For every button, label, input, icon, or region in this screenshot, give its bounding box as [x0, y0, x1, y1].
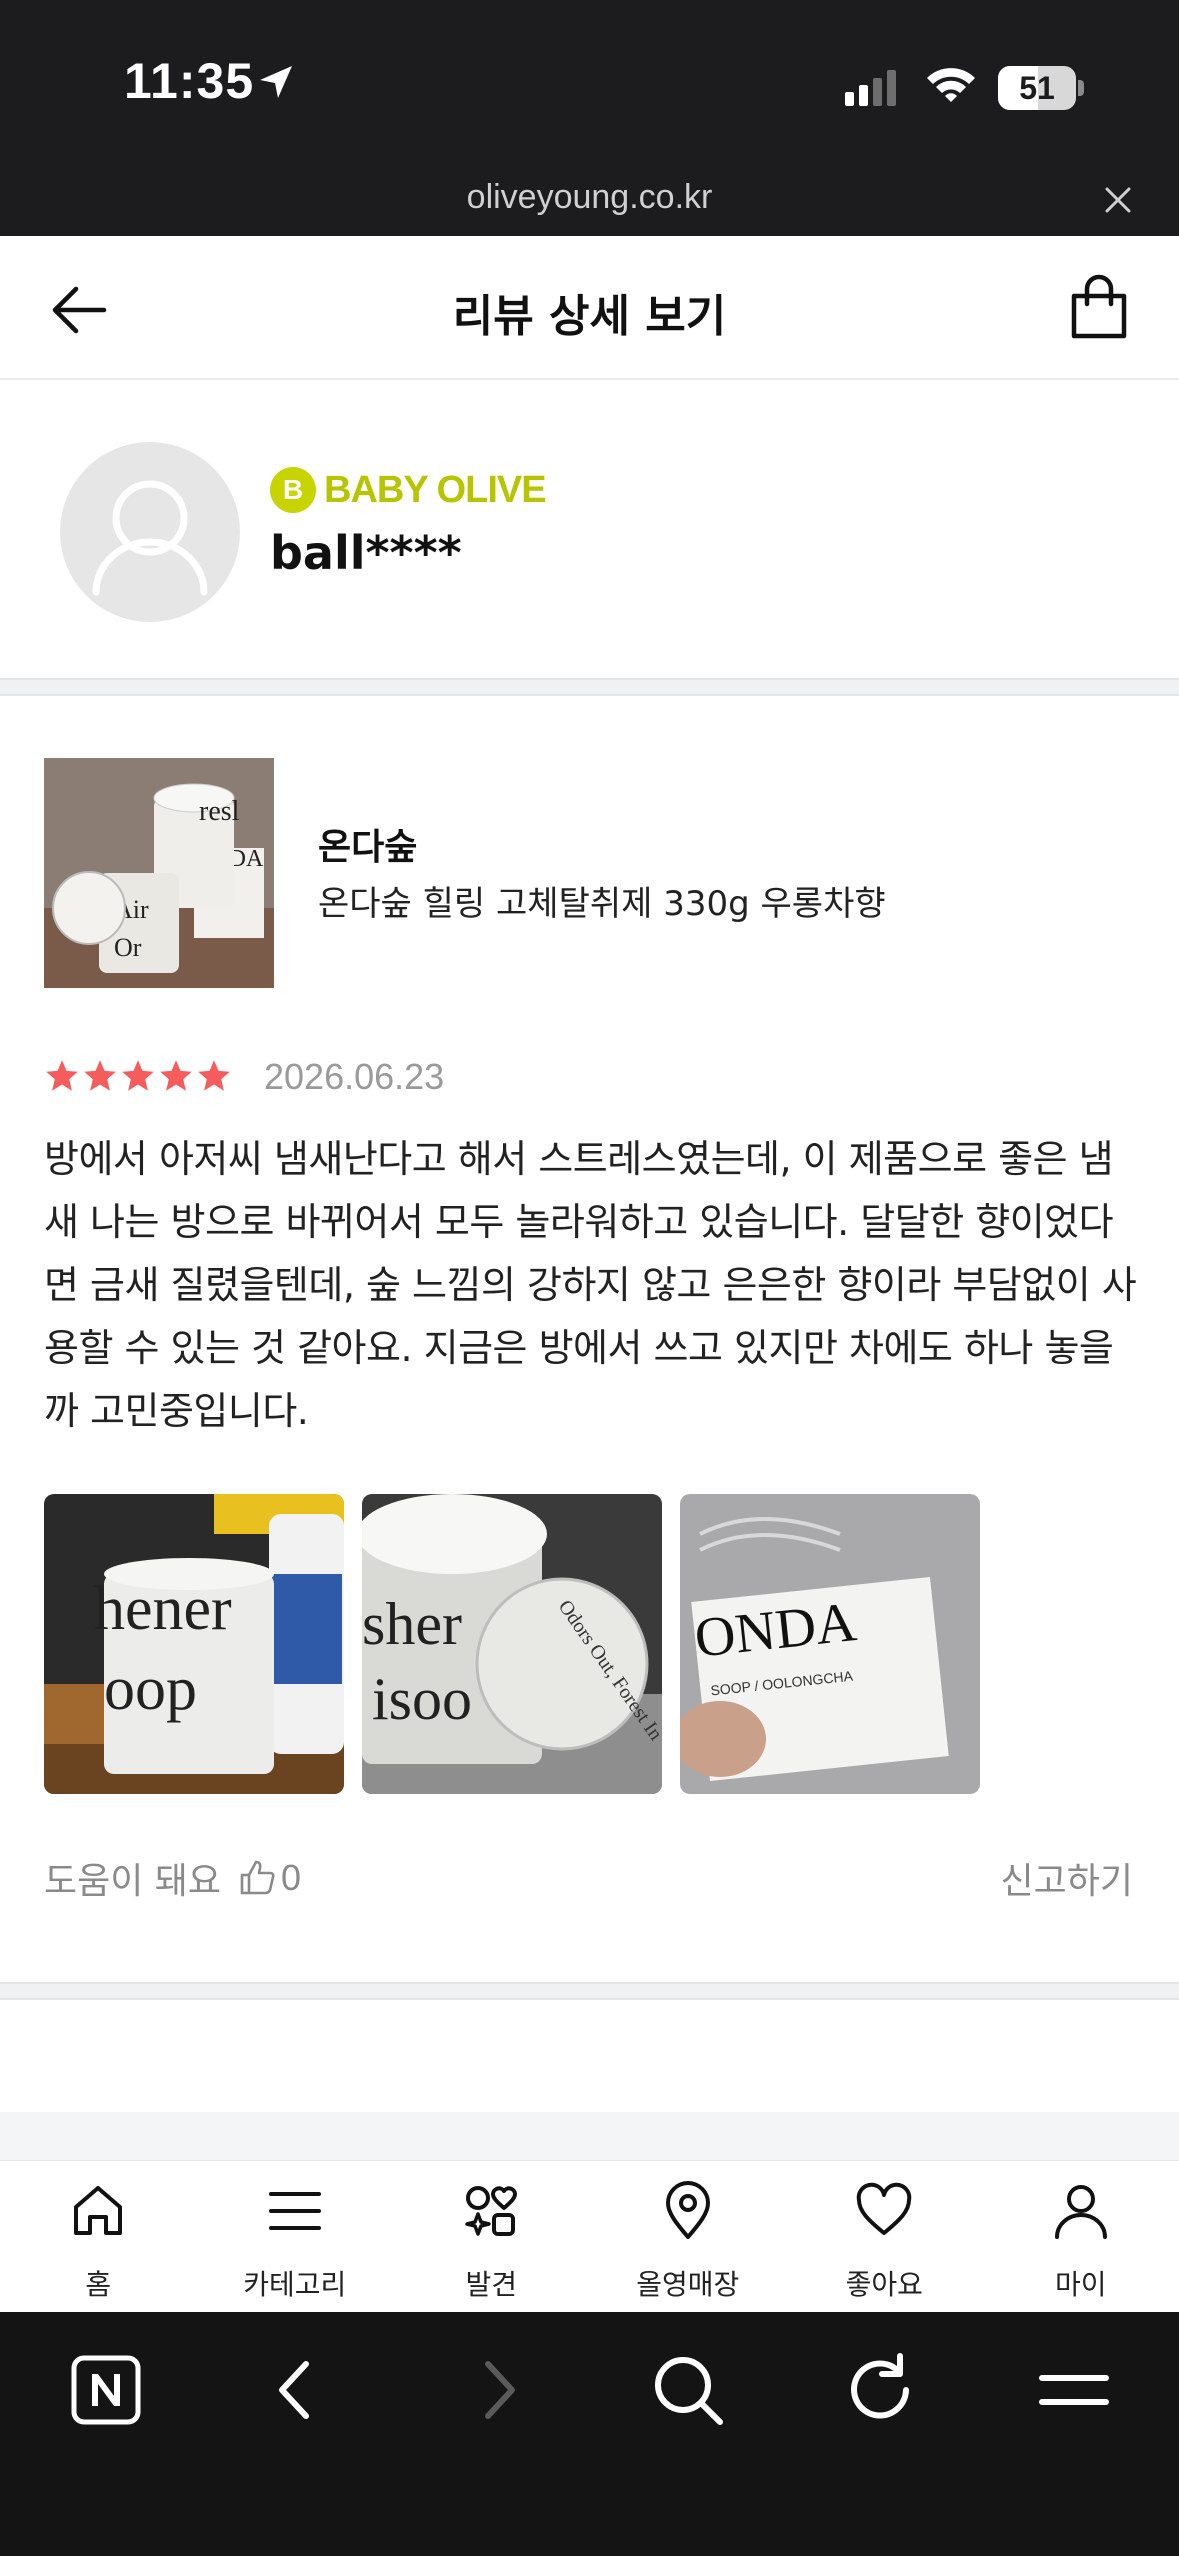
browser-toolbar [0, 2312, 1179, 2556]
location-pin-icon [665, 2181, 710, 2239]
review-photo-image: hener oop [44, 1494, 344, 1794]
review-photo[interactable]: ONDA SOOP / OOLONGCHA [680, 1494, 980, 1794]
svg-text:oop: oop [104, 1655, 197, 1723]
page-title: 리뷰 상세 보기 [452, 291, 727, 342]
nav-home[interactable]: 홈 [0, 2161, 197, 2313]
bottom-navigation: 홈 카테고리 발견 올영매장 좋아요 마이 [0, 2160, 1179, 2312]
nav-label: 홈 [85, 2268, 112, 2301]
helpful-count: 0 [281, 1857, 302, 1898]
menu-icon[interactable] [1034, 2350, 1114, 2430]
discover-icon [465, 2186, 518, 2236]
url-text: oliveyoung.co.kr [466, 178, 713, 216]
review-photo-image: ONDA SOOP / OOLONGCHA [680, 1494, 980, 1794]
heart-icon [857, 2182, 912, 2235]
grade-badge: B [270, 467, 316, 513]
home-icon [74, 2186, 123, 2235]
battery-cap [1078, 80, 1084, 96]
review-photo[interactable]: hener oop [44, 1494, 344, 1794]
section-divider [0, 678, 1179, 696]
product-brand[interactable]: 온다숲 [318, 818, 417, 870]
nav-store[interactable]: 올영매장 [590, 2161, 787, 2313]
nav-label: 발견 [465, 2268, 518, 2301]
nav-likes[interactable]: 좋아요 [786, 2161, 983, 2313]
page-header: 리뷰 상세 보기 [0, 236, 1179, 380]
svg-text:isoo: isoo [372, 1666, 472, 1732]
back-icon[interactable] [258, 2350, 338, 2430]
svg-text:sher: sher [362, 1591, 462, 1657]
location-arrow-icon [260, 66, 292, 98]
svg-text:resl: resl [199, 796, 240, 827]
username: ball**** [270, 526, 462, 580]
reviewer-profile: B BABY OLIVE ball**** [0, 382, 1179, 678]
close-icon[interactable] [1102, 184, 1134, 216]
forward-icon [485, 2361, 515, 2419]
shopping-bag-icon[interactable] [1064, 272, 1134, 342]
helpful-button[interactable]: 도움이 돼요 0 [44, 1852, 301, 1904]
refresh-icon[interactable] [840, 2350, 920, 2430]
cellular-signal-icon [845, 70, 896, 106]
member-grade: B BABY OLIVE [270, 466, 547, 514]
report-button[interactable]: 신고하기 [1001, 1852, 1133, 1904]
review-body: 방에서 아저씨 냄새난다고 해서 스트레스였는데, 이 제품으로 좋은 냄새 나… [44, 1137, 1137, 1433]
star-icon [198, 1060, 230, 1091]
star-icon [122, 1060, 154, 1091]
star-icon [46, 1060, 78, 1091]
helpful-label: 도움이 돼요 [44, 1861, 222, 1902]
star-icon [84, 1060, 116, 1091]
nav-label: 카테고리 [243, 2268, 347, 2301]
nav-my[interactable]: 마이 [983, 2161, 1179, 2313]
star-rating [44, 1058, 232, 1094]
product-name[interactable]: 온다숲 힐링 고체탈취제 330g 우롱차향 [318, 876, 886, 925]
browser-url-bar[interactable]: oliveyoung.co.kr [0, 160, 1179, 236]
back-arrow-icon[interactable] [48, 280, 112, 340]
battery-level: 51 [1019, 70, 1055, 106]
nav-category[interactable]: 카테고리 [197, 2161, 394, 2313]
svg-text:Or: Or [114, 933, 142, 962]
review-photo[interactable]: sher isoo Odors Out, Forest In [362, 1494, 662, 1794]
review-photo-image: sher isoo Odors Out, Forest In [362, 1494, 662, 1794]
star-icon [160, 1060, 192, 1091]
section-divider [0, 1982, 1179, 2000]
svg-text:hener: hener [94, 1575, 232, 1643]
person-icon [1054, 2185, 1107, 2239]
wifi-icon [927, 68, 975, 102]
grade-name: BABY OLIVE [324, 468, 547, 511]
person-placeholder-icon [92, 480, 208, 596]
avatar [60, 442, 240, 622]
nav-discover[interactable]: 발견 [393, 2161, 590, 2313]
review-date: 2026.06.23 [264, 1056, 445, 1097]
naver-n-icon[interactable] [66, 2350, 146, 2430]
menu-icon [268, 2192, 321, 2230]
nav-label: 마이 [1054, 2268, 1107, 2301]
thumbs-up-icon [240, 1860, 275, 1895]
status-time: 11:35 [124, 53, 255, 109]
nav-label: 좋아요 [845, 2268, 923, 2301]
battery-icon: 51 [998, 66, 1076, 110]
product-thumbnail[interactable]: ONDA resl Air Or [44, 758, 274, 988]
search-icon[interactable] [648, 2350, 728, 2430]
status-bar: 11:35 51 [0, 0, 1179, 160]
product-image: ONDA resl Air Or [44, 758, 274, 988]
nav-label: 올영매장 [636, 2268, 740, 2301]
content-end-strip [0, 2112, 1179, 2160]
